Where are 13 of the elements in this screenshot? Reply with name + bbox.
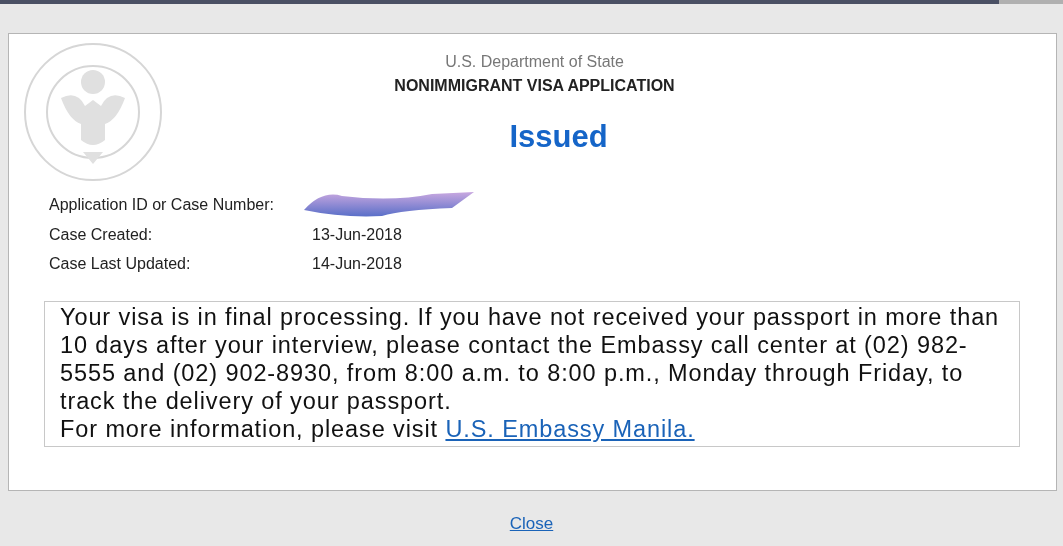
field-label: Case Created: (49, 224, 154, 245)
status-heading: Issued (509, 118, 608, 156)
close-link[interactable]: Close (509, 514, 554, 533)
form-title: NONIMMIGRANT VISA APPLICATION (394, 76, 675, 96)
embassy-link[interactable]: U.S. Embassy Manila. (445, 416, 695, 442)
field-value: 14-Jun-2018 (312, 254, 402, 275)
seal-icon (21, 40, 165, 184)
field-label: Case Last Updated: (49, 254, 192, 275)
field-label: Application ID or Case Number: (49, 195, 275, 216)
more-info-label: For more information, please visit (60, 416, 438, 442)
agency-name: U.S. Department of State (445, 52, 624, 72)
field-value: 13-Jun-2018 (312, 224, 402, 245)
message-text: Your visa is in final processing. If you have not received your passport in more than 10 days after your interview, please contact the Embassy call center at (02) 982-5555 and (02) 902-8930, from 8:00 a.m. to 8:00 p.m., Monday through Friday, to track the delivery of your passport. (60, 303, 1001, 415)
